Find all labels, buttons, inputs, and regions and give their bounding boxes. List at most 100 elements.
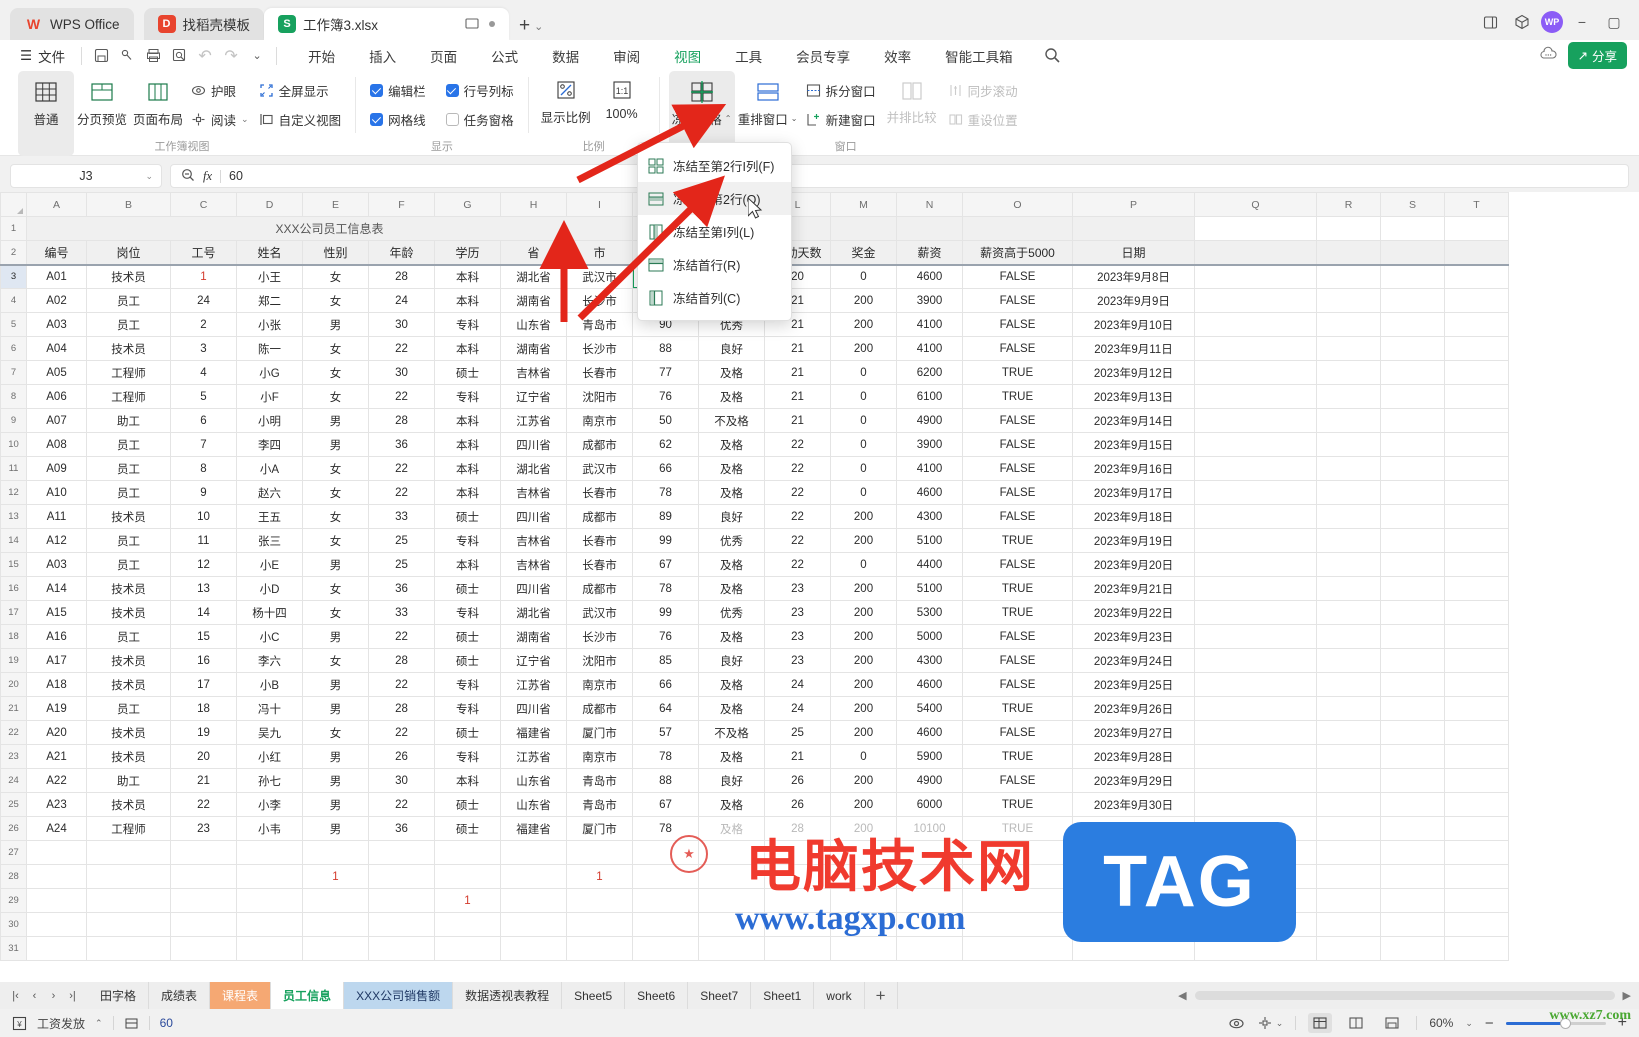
cell[interactable] [1316, 888, 1381, 913]
col-header-O[interactable]: O [962, 192, 1073, 217]
cell[interactable]: 5400 [896, 696, 963, 721]
cell[interactable] [962, 216, 1073, 241]
cell[interactable] [1194, 288, 1317, 313]
cell[interactable] [1380, 600, 1445, 625]
cell[interactable]: 3900 [896, 288, 963, 313]
cell[interactable] [1316, 648, 1381, 673]
cell[interactable]: 武汉市 [566, 264, 633, 289]
cell[interactable] [1316, 384, 1381, 409]
cell[interactable]: 成都市 [566, 504, 633, 529]
cell[interactable]: 优秀 [698, 528, 765, 553]
cell[interactable] [1380, 288, 1445, 313]
cell[interactable]: 南京市 [566, 744, 633, 769]
cell[interactable]: 本科 [434, 336, 501, 361]
cell[interactable]: 21 [764, 408, 831, 433]
cell[interactable]: 22 [368, 480, 435, 505]
cell[interactable]: 湖北省 [500, 456, 567, 481]
cell[interactable]: 吉林省 [500, 552, 567, 577]
cell[interactable]: 22 [368, 720, 435, 745]
cell[interactable]: 赵六 [236, 480, 303, 505]
cell[interactable] [896, 216, 963, 241]
cell[interactable]: 22 [368, 456, 435, 481]
row-header-25[interactable]: 25 [0, 792, 27, 817]
cell[interactable]: 200 [830, 768, 897, 793]
col-title-bonus[interactable]: 奖金 [830, 240, 897, 266]
cell[interactable]: 4600 [896, 480, 963, 505]
cell[interactable] [1194, 264, 1317, 289]
cell[interactable]: 工程师 [86, 360, 171, 385]
cell[interactable] [1444, 672, 1509, 697]
cell[interactable]: 员工 [86, 696, 171, 721]
minimize-button[interactable]: − [1569, 9, 1595, 35]
cell[interactable] [1316, 456, 1381, 481]
cell[interactable] [1194, 312, 1317, 337]
cell[interactable]: 本科 [434, 768, 501, 793]
col-title-education[interactable]: 学历 [434, 240, 501, 266]
cell[interactable]: 辽宁省 [500, 384, 567, 409]
cell[interactable]: 200 [830, 600, 897, 625]
cell[interactable]: 小韦 [236, 816, 303, 841]
cell[interactable]: TRUE [962, 600, 1073, 625]
tab-tools[interactable]: 工具 [718, 42, 779, 70]
col-header-D[interactable]: D [236, 192, 303, 217]
cell[interactable]: 99 [632, 528, 699, 553]
cell[interactable] [632, 936, 699, 961]
cell[interactable]: 湖南省 [500, 288, 567, 313]
cell[interactable]: 厦门市 [566, 816, 633, 841]
cell[interactable]: A21 [26, 744, 87, 769]
cell[interactable]: A01 [26, 264, 87, 289]
cell[interactable]: 28 [368, 648, 435, 673]
cell[interactable]: 4300 [896, 648, 963, 673]
cell[interactable]: 本科 [434, 408, 501, 433]
cell[interactable] [1444, 216, 1509, 241]
cell[interactable]: 88 [632, 336, 699, 361]
cell[interactable]: 89 [632, 504, 699, 529]
cell[interactable]: 64 [632, 696, 699, 721]
cell[interactable]: A20 [26, 720, 87, 745]
cell[interactable]: 本科 [434, 456, 501, 481]
eye-protection-button[interactable]: 护眼 [186, 79, 254, 102]
cell[interactable] [1316, 912, 1381, 937]
cell[interactable]: 30 [368, 768, 435, 793]
cell[interactable]: A11 [26, 504, 87, 529]
cell[interactable]: 福建省 [500, 816, 567, 841]
cell[interactable]: 23 [764, 648, 831, 673]
cell[interactable]: 76 [632, 624, 699, 649]
add-sheet-button[interactable]: + [865, 982, 898, 1009]
tab-formula[interactable]: 公式 [474, 42, 535, 70]
cell[interactable] [1380, 456, 1445, 481]
cell[interactable]: 5100 [896, 528, 963, 553]
cell[interactable]: 及格 [698, 624, 765, 649]
cell[interactable]: 21 [764, 360, 831, 385]
cell[interactable]: 4100 [896, 456, 963, 481]
cell[interactable]: 21 [764, 384, 831, 409]
col-header-M[interactable]: M [830, 192, 897, 217]
cell[interactable] [1380, 792, 1445, 817]
cell[interactable] [368, 912, 435, 937]
row-header-14[interactable]: 14 [0, 528, 27, 553]
cell[interactable]: 30 [368, 312, 435, 337]
cell[interactable]: 湖南省 [500, 336, 567, 361]
view-page-layout-status-button[interactable] [1344, 1013, 1368, 1033]
cell[interactable]: 22 [368, 792, 435, 817]
cell[interactable] [1380, 576, 1445, 601]
cell[interactable]: 66 [632, 456, 699, 481]
cell[interactable] [1380, 264, 1445, 289]
cell[interactable]: TRUE [962, 744, 1073, 769]
cell[interactable]: 1 [170, 264, 237, 289]
cell[interactable] [434, 936, 501, 961]
cell[interactable]: 山东省 [500, 792, 567, 817]
cell[interactable]: 77 [632, 360, 699, 385]
cell[interactable] [170, 912, 237, 937]
cell[interactable] [1194, 240, 1317, 266]
cell[interactable]: 男 [302, 672, 369, 697]
row-header-15[interactable]: 15 [0, 552, 27, 577]
cell[interactable] [170, 840, 237, 865]
cell[interactable] [1194, 600, 1317, 625]
cell[interactable] [1194, 672, 1317, 697]
cell[interactable]: A14 [26, 576, 87, 601]
cell[interactable]: 男 [302, 696, 369, 721]
cell[interactable]: A02 [26, 288, 87, 313]
cell[interactable]: 硕士 [434, 504, 501, 529]
col-title-name[interactable]: 姓名 [236, 240, 303, 266]
